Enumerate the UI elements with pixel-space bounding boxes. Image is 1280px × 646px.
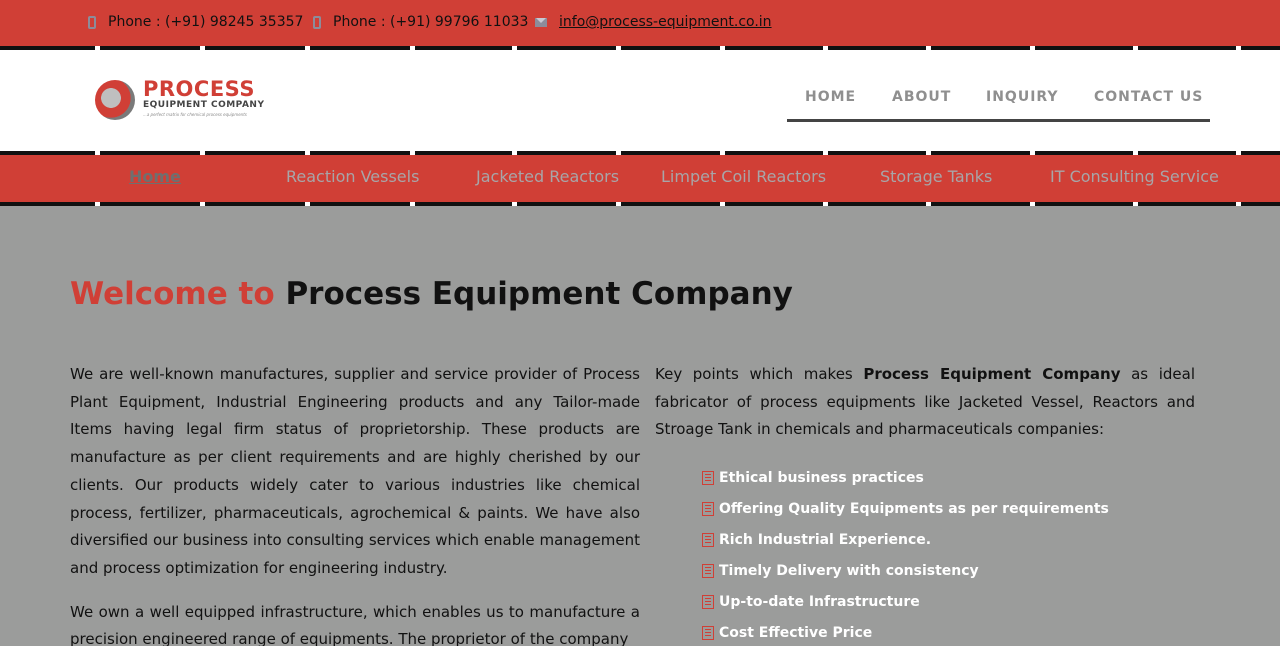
- about-paragraph-1: We are well-known manufactures, supplier…: [70, 365, 640, 577]
- menu-home[interactable]: Home: [129, 167, 181, 186]
- phone-icon: [313, 15, 321, 29]
- nav-inquiry[interactable]: INQUIRY: [986, 89, 1059, 105]
- list-item: Offering Quality Equipments as per requi…: [702, 493, 1109, 524]
- welcome-company: Process Equipment Company: [285, 276, 793, 312]
- point-text: Offering Quality Equipments as per requi…: [719, 500, 1109, 517]
- building-icon: [702, 470, 714, 485]
- list-item: Ethical business practices: [702, 462, 1109, 493]
- site-header: PROCESS EQUIPMENT COMPANY ...a perfect m…: [0, 50, 1280, 151]
- list-item: Cost Effective Price: [702, 617, 1109, 646]
- building-icon: [702, 563, 714, 578]
- top-navigation: HOME ABOUT INQUIRY CONTACT US: [787, 88, 1210, 122]
- point-text: Up-to-date Infrastructure: [719, 593, 920, 610]
- phone-1: Phone : (+91) 98245 35357: [88, 14, 303, 30]
- contact-bar: Phone : (+91) 98245 35357 Phone : (+91) …: [0, 0, 1280, 46]
- list-item: Rich Industrial Experience.: [702, 524, 1109, 555]
- nav-about[interactable]: ABOUT: [892, 89, 951, 105]
- phone-1-text: Phone : (+91) 98245 35357: [108, 14, 304, 30]
- logo-mark-icon: [95, 80, 135, 120]
- menu-reaction-vessels[interactable]: Reaction Vessels: [286, 167, 419, 186]
- list-item: Timely Delivery with consistency: [702, 555, 1109, 586]
- intro-before: Key points which makes: [655, 365, 853, 383]
- building-icon: [702, 501, 714, 516]
- list-item: Up-to-date Infrastructure: [702, 586, 1109, 617]
- email-link[interactable]: info@process-equipment.co.in: [559, 14, 772, 30]
- building-icon: [702, 532, 714, 547]
- product-menu: Home Reaction Vessels Jacketed Reactors …: [0, 155, 1280, 202]
- menu-limpet-coil-reactors[interactable]: Limpet Coil Reactors: [661, 167, 826, 186]
- point-text: Cost Effective Price: [719, 624, 873, 641]
- key-points-list: Ethical business practices Offering Qual…: [702, 462, 1109, 646]
- intro-company: Process Equipment Company: [863, 365, 1121, 383]
- building-icon: [702, 625, 714, 640]
- about-text: We are well-known manufactures, supplier…: [70, 361, 640, 646]
- envelope-icon: [535, 17, 547, 27]
- about-paragraph-2: We own a well equipped infrastructure, w…: [70, 602, 640, 646]
- building-icon: [702, 594, 714, 609]
- email: info@process-equipment.co.in: [535, 14, 772, 30]
- phone-2-text: Phone : (+91) 99796 11033: [333, 14, 529, 30]
- menu-it-consulting[interactable]: IT Consulting Service: [1050, 167, 1219, 186]
- menu-storage-tanks[interactable]: Storage Tanks: [880, 167, 992, 186]
- menu-jacketed-reactors[interactable]: Jacketed Reactors: [476, 167, 619, 186]
- nav-home[interactable]: HOME: [805, 89, 856, 105]
- logo-name: PROCESS: [143, 77, 255, 101]
- phone-2: Phone : (+91) 99796 11033: [313, 14, 528, 30]
- key-points-intro: Key points which makes Process Equipment…: [655, 361, 1195, 444]
- point-text: Ethical business practices: [719, 469, 924, 486]
- band-separator-bottom: [0, 202, 1280, 206]
- point-text: Timely Delivery with consistency: [719, 562, 979, 579]
- welcome-prefix: Welcome to: [70, 276, 275, 312]
- page-title: Welcome to Process Equipment Company: [70, 276, 793, 312]
- logo-subname: EQUIPMENT COMPANY: [143, 100, 265, 110]
- point-text: Rich Industrial Experience.: [719, 531, 932, 548]
- logo-tagline: ...a perfect matrix for chemical process…: [143, 112, 247, 117]
- company-logo[interactable]: PROCESS EQUIPMENT COMPANY ...a perfect m…: [95, 78, 265, 122]
- phone-icon: [88, 15, 96, 29]
- nav-contact-us[interactable]: CONTACT US: [1094, 89, 1203, 105]
